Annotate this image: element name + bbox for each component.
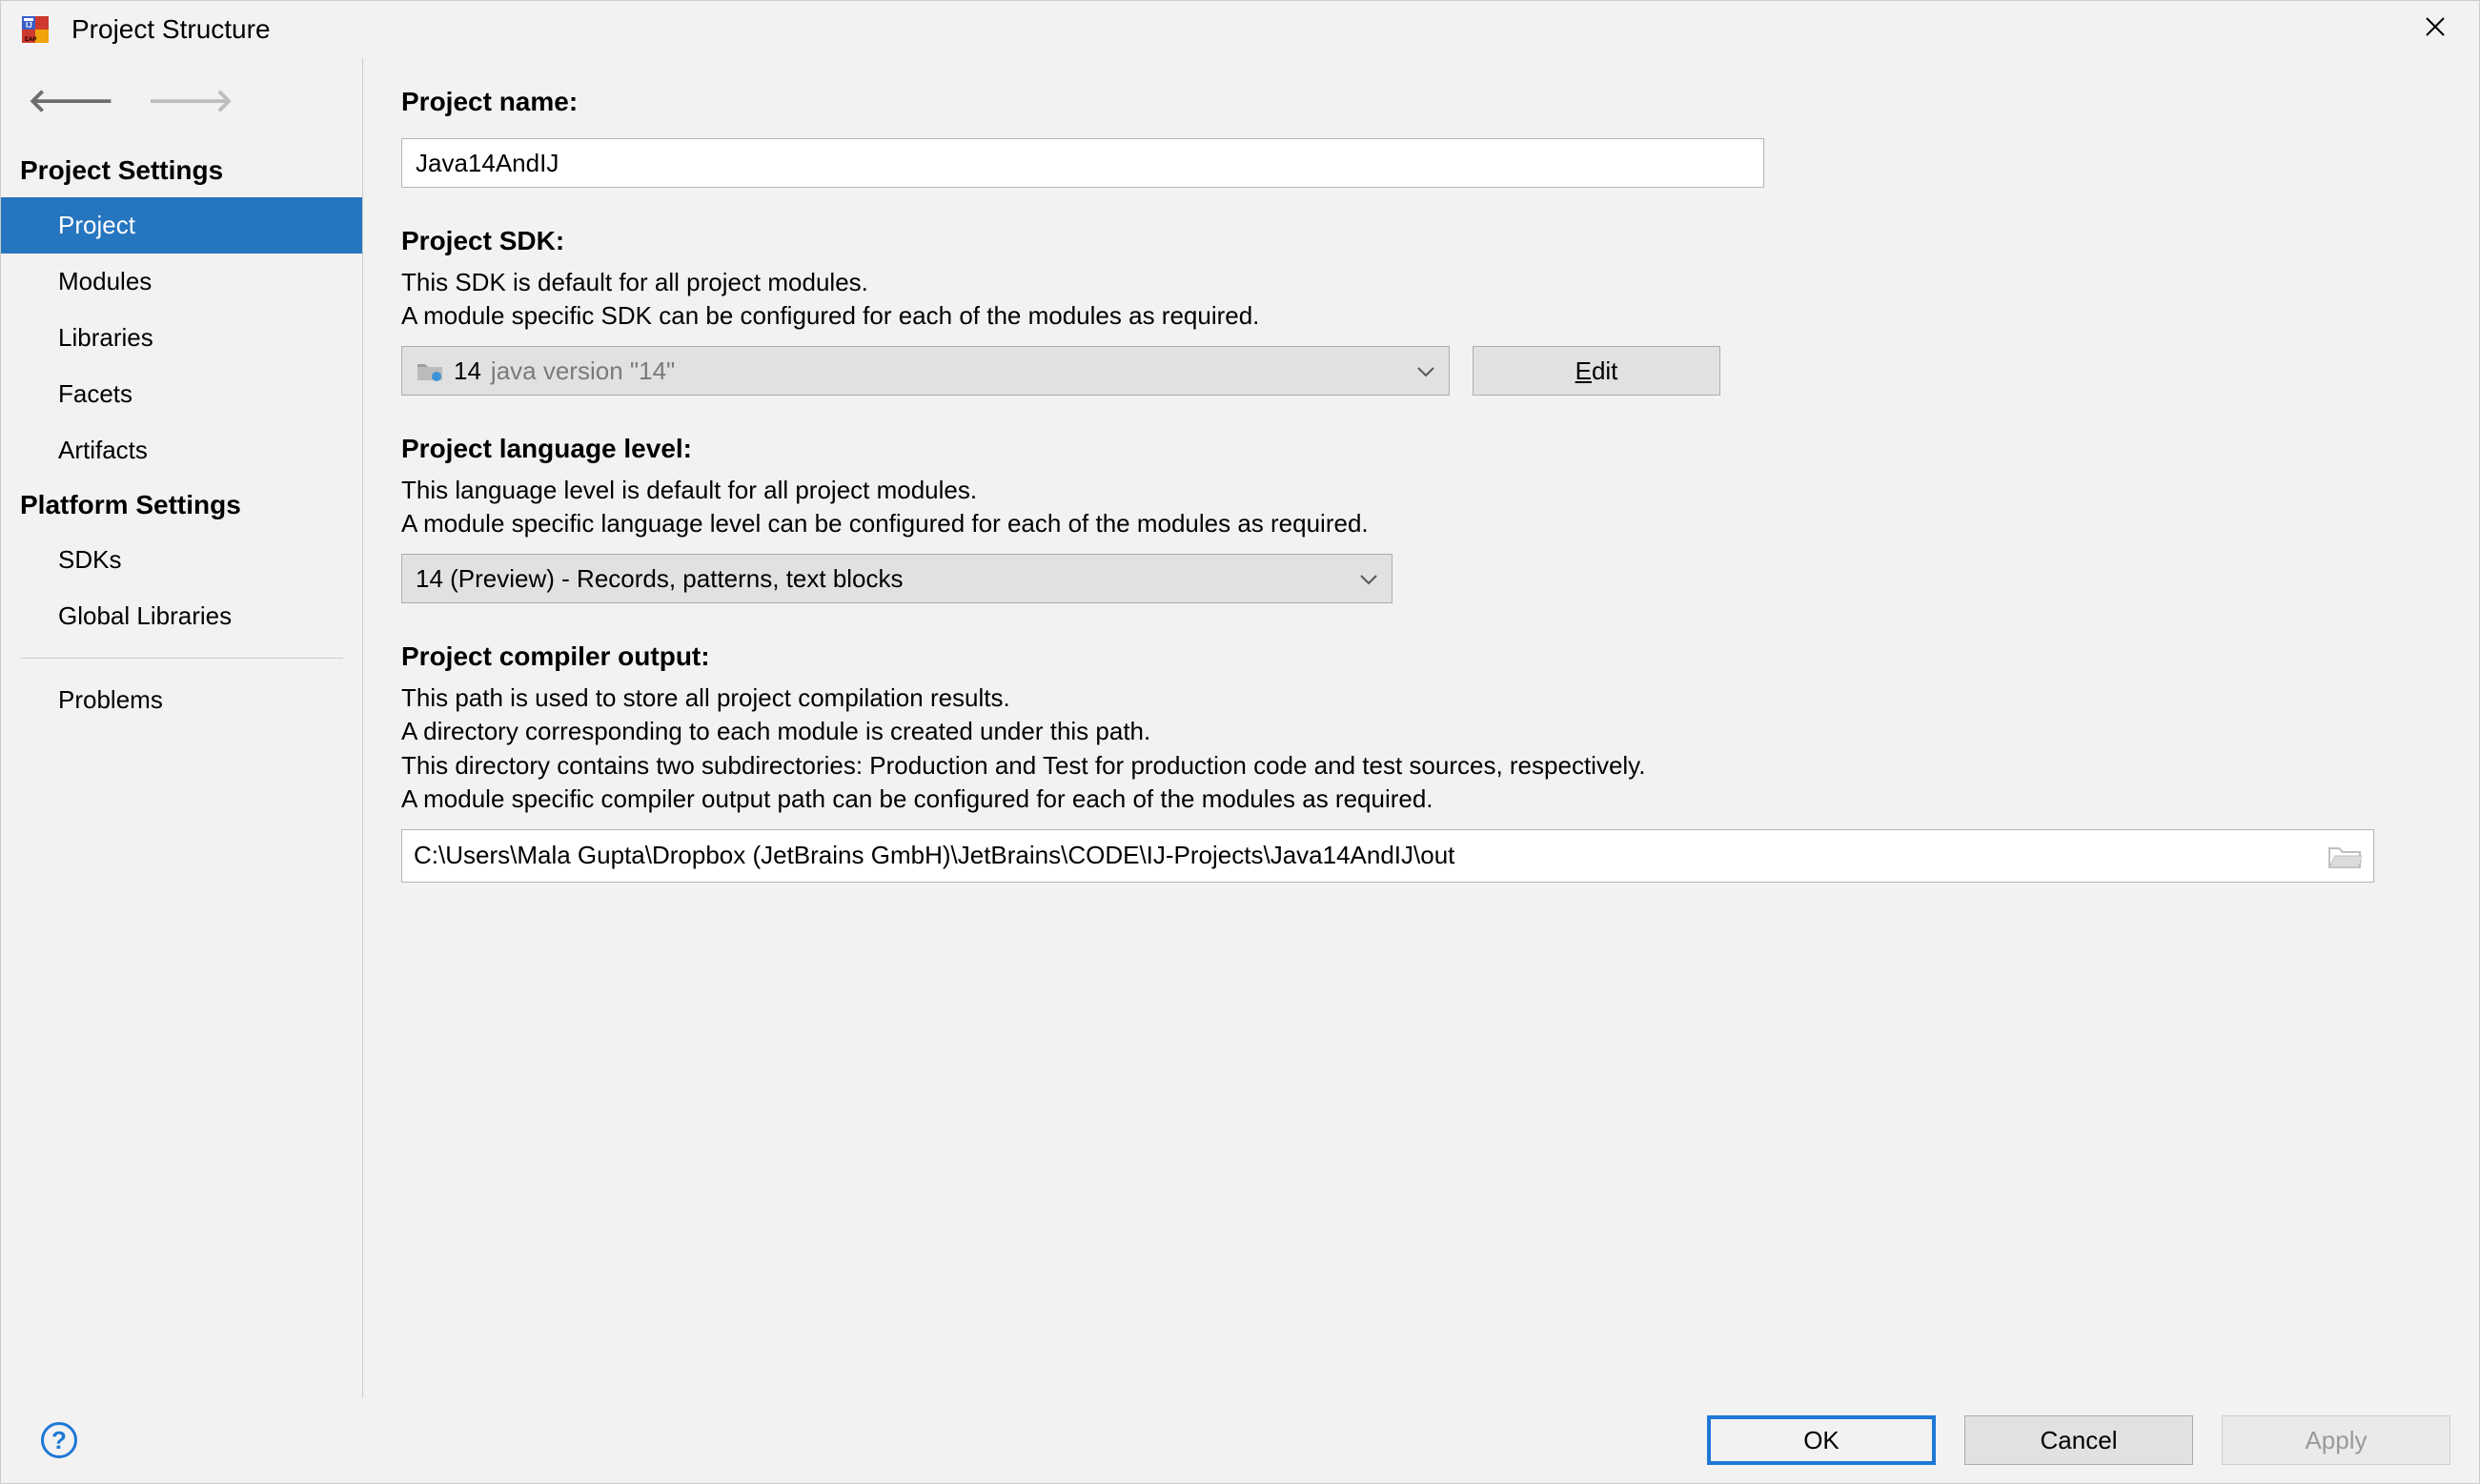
output-desc-3: This directory contains two subdirectori… — [401, 749, 2441, 783]
compiler-output-label: Project compiler output: — [401, 641, 2441, 672]
project-name-input[interactable] — [401, 138, 1764, 188]
sidebar-item-problems[interactable]: Problems — [1, 672, 362, 728]
sidebar: 🡐 🡒 Project Settings Project Modules Lib… — [1, 58, 363, 1397]
sidebar-item-modules[interactable]: Modules — [1, 254, 362, 310]
cancel-button[interactable]: Cancel — [1964, 1415, 2193, 1465]
output-desc-1: This path is used to store all project c… — [401, 681, 2441, 715]
sidebar-item-project[interactable]: Project — [1, 197, 362, 254]
project-sdk-label: Project SDK: — [401, 226, 2441, 256]
ok-button[interactable]: OK — [1707, 1415, 1936, 1465]
window-title: Project Structure — [71, 14, 2410, 45]
svg-text:IJ: IJ — [26, 21, 32, 30]
compiler-output-input[interactable] — [414, 841, 2328, 870]
sidebar-item-facets[interactable]: Facets — [1, 366, 362, 422]
intellij-icon: IJ EAP — [20, 14, 51, 45]
sdk-selected-sub: java version "14" — [491, 356, 675, 386]
content-panel: Project name: Project SDK: This SDK is d… — [363, 58, 2479, 1397]
chevron-down-icon — [1416, 358, 1435, 383]
sidebar-divider — [20, 658, 343, 659]
compiler-output-field[interactable] — [401, 829, 2374, 883]
nav-back-icon[interactable]: 🡐 — [28, 85, 114, 117]
sdk-desc-1: This SDK is default for all project modu… — [401, 266, 2441, 299]
edit-button-rest: dit — [1592, 356, 1617, 385]
lang-desc-1: This language level is default for all p… — [401, 474, 2441, 507]
sidebar-item-libraries[interactable]: Libraries — [1, 310, 362, 366]
folder-icon — [416, 359, 444, 382]
project-name-label: Project name: — [401, 87, 2441, 117]
lang-desc-2: A module specific language level can be … — [401, 507, 2441, 540]
nav-forward-icon: 🡒 — [147, 85, 234, 117]
sdk-selected-main: 14 — [454, 356, 481, 386]
browse-folder-icon[interactable] — [2328, 843, 2362, 869]
sdk-combobox[interactable]: 14 java version "14" — [401, 346, 1450, 396]
sidebar-section-platform-settings: Platform Settings — [1, 478, 362, 532]
language-level-combobox[interactable]: 14 (Preview) - Records, patterns, text b… — [401, 554, 1392, 603]
apply-button[interactable]: Apply — [2222, 1415, 2450, 1465]
sidebar-item-sdks[interactable]: SDKs — [1, 532, 362, 588]
title-bar: IJ EAP Project Structure — [1, 1, 2479, 58]
sidebar-item-global-libraries[interactable]: Global Libraries — [1, 588, 362, 644]
edit-sdk-button[interactable]: Edit — [1473, 346, 1720, 396]
sidebar-section-project-settings: Project Settings — [1, 144, 362, 197]
lang-selected: 14 (Preview) - Records, patterns, text b… — [416, 564, 904, 594]
output-desc-2: A directory corresponding to each module… — [401, 715, 2441, 748]
help-button[interactable]: ? — [41, 1422, 77, 1458]
close-button[interactable] — [2410, 9, 2460, 51]
sdk-desc-2: A module specific SDK can be configured … — [401, 299, 2441, 333]
language-level-label: Project language level: — [401, 434, 2441, 464]
svg-text:EAP: EAP — [25, 37, 36, 43]
dialog-footer: ? OK Cancel Apply — [1, 1397, 2479, 1483]
chevron-down-icon — [1359, 566, 1378, 591]
output-desc-4: A module specific compiler output path c… — [401, 783, 2441, 816]
sidebar-item-artifacts[interactable]: Artifacts — [1, 422, 362, 478]
